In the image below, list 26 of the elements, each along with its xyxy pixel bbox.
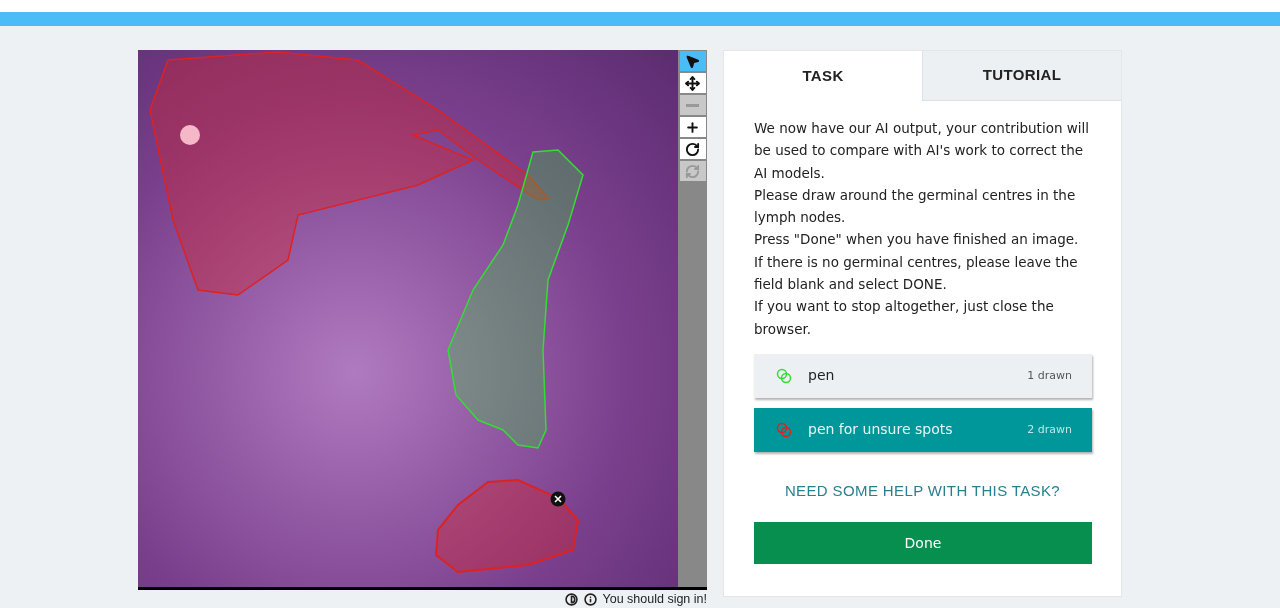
rotate-button[interactable] <box>679 139 706 159</box>
help-link[interactable]: NEED SOME HELP WITH THIS TASK? <box>784 479 1061 503</box>
tab[interactable]: TUTORIAL <box>922 51 1121 101</box>
contrast-icon[interactable] <box>564 592 578 606</box>
info-icon[interactable] <box>583 592 597 606</box>
instruction-text: We now have our AI output, your contribution will be used to compare with AI's work to correct the AI models. <box>754 119 1091 183</box>
instruction-text: If there is no germinal centres, please leave the field blank and select DONE. <box>754 252 1079 295</box>
instruction-text: Please draw around the germinal centres in the lymph nodes. <box>754 185 1077 228</box>
close-icon[interactable] <box>550 491 566 507</box>
instruction-text: Press "Done" when you have finished an image. <box>754 230 1080 250</box>
pointer-icon <box>685 53 700 69</box>
zoom-out-icon <box>686 103 699 107</box>
zoom-in-button[interactable] <box>679 117 706 137</box>
instruction-text: If you want to stop altogether, just close the browser. <box>754 297 1055 339</box>
move-icon <box>685 75 700 91</box>
move-button[interactable] <box>679 73 706 93</box>
drawn-count: 1 drawn <box>1027 367 1072 384</box>
reset-icon <box>685 163 700 179</box>
pointer-button[interactable] <box>679 51 706 71</box>
drawing-tool-button[interactable]: pen 1 drawn <box>754 353 1092 398</box>
drawn-count: 2 drawn <box>1027 421 1072 438</box>
done-button[interactable]: Done <box>754 522 1092 565</box>
sign-in-notice: You should sign in! <box>602 590 707 608</box>
zoom-in-icon <box>685 119 700 135</box>
marker-dot <box>180 125 200 145</box>
rotate-icon <box>685 141 700 157</box>
